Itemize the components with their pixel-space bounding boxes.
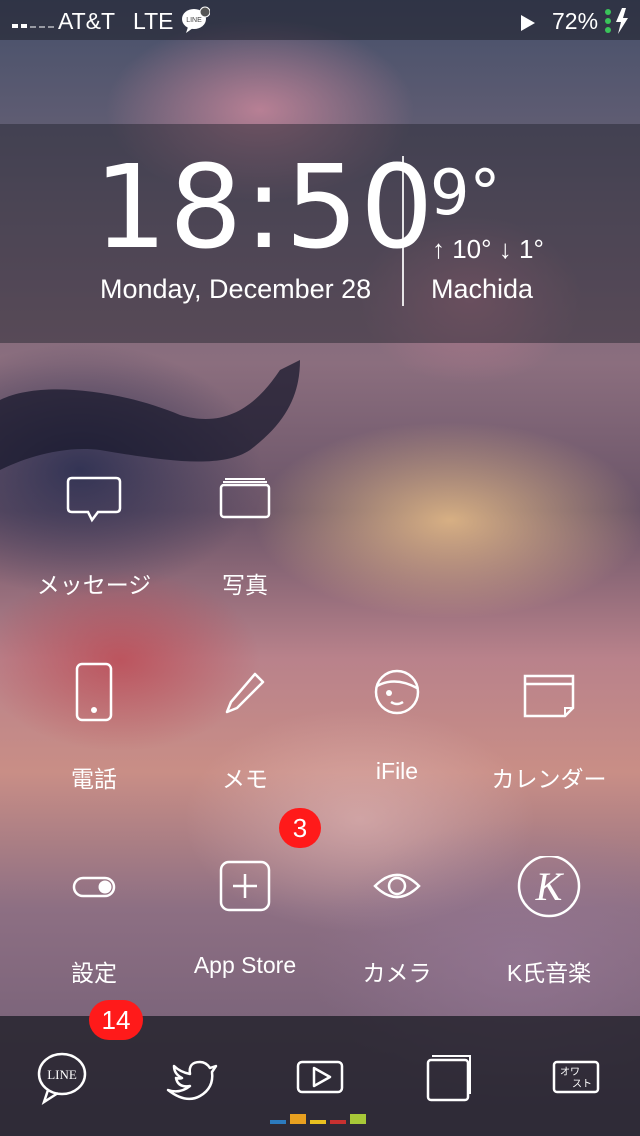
line-icon[interactable]: LINE [30,1046,94,1110]
app-label: App Store [193,952,297,978]
network-type: LTE [133,8,174,34]
temperature-high-low: ↑ 10° ↓ 1° [432,234,544,264]
eye-icon [373,873,421,899]
app-label: 設定 [71,960,117,986]
app-app-store[interactable]: App Store [170,856,320,1006]
video-play-icon[interactable] [288,1046,352,1110]
pencil-icon [225,672,265,714]
page-indicator [270,1114,366,1124]
app-label: iFile [375,758,419,784]
plus-icon [219,860,271,912]
calendar-icon [523,674,575,718]
app-label: 電話 [71,766,117,792]
owasto-text-top: オワ [560,1066,580,1078]
phone-icon [75,662,113,722]
app-label: 写真 [222,572,268,598]
owasto-text-bottom: スト [572,1079,592,1090]
clock-time: 18:50 [94,141,436,275]
page-dot [350,1114,366,1124]
page-dot [270,1120,286,1124]
carrier-name: AT&T [58,8,116,34]
clock-date: Monday, December 28 [100,274,372,304]
app-label: カレンダー [491,766,607,792]
line-icon-text: LINE [47,1067,77,1082]
app-settings[interactable]: 設定 [19,856,169,1006]
battery-percentage: 72% [552,8,599,34]
app-phone[interactable]: 電話 [19,662,169,812]
ifile-icon [374,669,420,715]
app-label: カメラ [362,960,432,986]
notification-badge: 14 [89,1000,143,1040]
message-icon [66,476,122,523]
play-icon [520,11,536,38]
line-status-text: LINE [186,17,202,24]
app-memo[interactable]: メモ [170,662,320,812]
signal-strength-icon [12,12,54,28]
notification-badge: 3 [279,808,321,848]
app-messages[interactable]: メッセージ [19,468,169,618]
toggle-icon [72,876,116,898]
app-label: メモ [222,766,268,792]
line-notification-icon: LINE [180,6,211,40]
widget-divider [402,156,404,306]
app-k-music[interactable]: K K氏音楽 [474,856,624,1006]
app-camera[interactable]: カメラ [322,856,472,1006]
weather-city: Machida [431,274,534,304]
owasto-icon[interactable]: オワ スト [544,1046,608,1110]
cards-icon[interactable] [416,1046,480,1110]
photos-icon [219,478,271,519]
battery-charging-icon [602,7,632,41]
app-label: K氏音楽 [506,960,592,986]
app-calendar[interactable]: カレンダー [474,662,624,812]
clock-weather-widget[interactable]: 18:50 Monday, December 28 9° ↑ 10° ↓ 1° … [0,124,640,343]
k-music-glyph: K [535,864,565,909]
current-temperature: 9° [430,156,501,229]
page-dot [330,1120,346,1124]
app-label: メッセージ [36,572,152,598]
twitter-icon[interactable] [160,1046,224,1110]
app-photos[interactable]: 写真 [170,468,320,618]
page-dot [310,1120,326,1124]
app-ifile[interactable]: iFile [322,662,472,812]
k-music-icon: K [517,856,581,918]
status-bar: AT&T LTE LINE 72% [0,0,640,40]
page-dot [290,1114,306,1124]
